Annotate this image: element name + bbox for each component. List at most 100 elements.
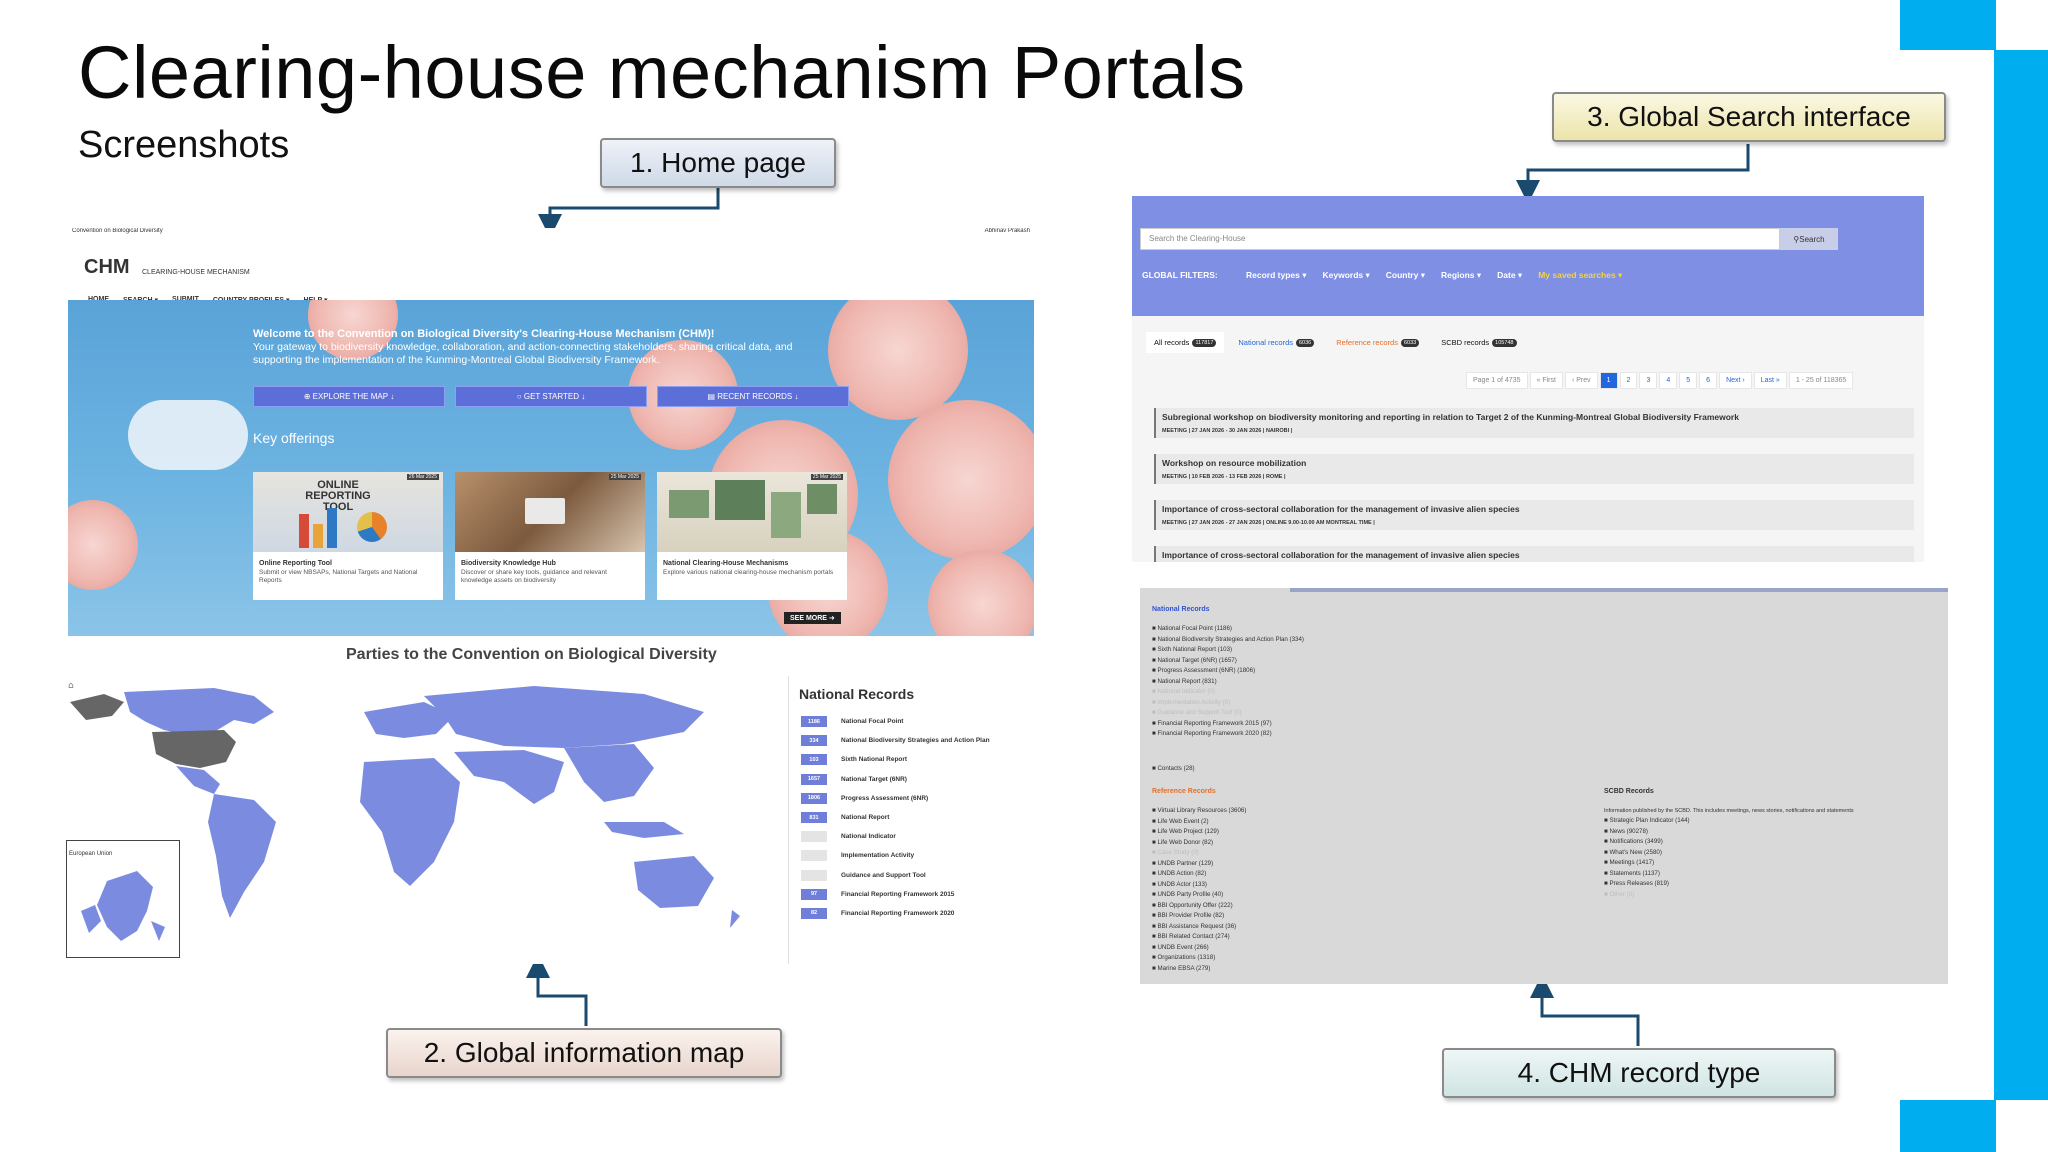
explore-map-label: EXPLORE THE MAP [312, 392, 389, 401]
record-type-label: Other (0) [1609, 890, 1635, 898]
record-type-item[interactable]: ■ Case Study (0) [1152, 848, 1246, 859]
record-type-item[interactable]: ■ BBI Opportunity Offer (222) [1152, 901, 1246, 912]
map-party-region [634, 856, 714, 908]
record-type-item[interactable]: ■ Marine EBSA (279) [1152, 964, 1246, 975]
page-3[interactable]: 3 [1639, 372, 1658, 389]
record-type-item[interactable]: ■ National Report (831) [1152, 677, 1304, 688]
record-type-item[interactable]: ■ UNDB Action (82) [1152, 869, 1246, 880]
record-type-item[interactable]: ■ Press Releases (819) [1604, 879, 1690, 890]
record-type-item[interactable]: ■ Meetings (1417) [1604, 858, 1690, 869]
get-started-label: GET STARTED [523, 392, 579, 401]
search-button[interactable]: ⚲ Search [1780, 228, 1838, 250]
eu-inset-svg [81, 871, 165, 941]
result-item[interactable]: Subregional workshop on biodiversity mon… [1154, 408, 1914, 438]
record-type-item[interactable]: ■ UNDB Actor (133) [1152, 880, 1246, 891]
record-type-item[interactable]: ■ Financial Reporting Framework 2015 (97… [1152, 719, 1304, 730]
legend-label: Progress Assessment (6NR) [841, 794, 929, 802]
page-4[interactable]: 4 [1659, 372, 1678, 389]
record-type-item[interactable]: ■ UNDB Party Profile (40) [1152, 890, 1246, 901]
record-type-item[interactable]: ■ UNDB Partner (129) [1152, 859, 1246, 870]
record-type-item[interactable]: ■ BBI Assistance Request (36) [1152, 922, 1246, 933]
page-1[interactable]: 1 [1599, 372, 1618, 389]
page-2[interactable]: 2 [1619, 372, 1638, 389]
record-type-item[interactable]: ■ National Indicator (0) [1152, 687, 1304, 698]
legend-row[interactable]: Guidance and Support Tool [801, 866, 990, 885]
record-type-item[interactable]: ■ National Focal Point (1186) [1152, 624, 1304, 635]
record-type-item[interactable]: ■ Implementation Activity (0) [1152, 698, 1304, 709]
offering-card[interactable]: 25 Mar 2025 National Clearing-House Mech… [657, 472, 847, 600]
record-type-label: National Indicator (0) [1157, 688, 1215, 695]
record-type-item[interactable]: ■ Life Web Event (2) [1152, 817, 1246, 828]
page-6[interactable]: 6 [1699, 372, 1718, 389]
result-item[interactable]: Importance of cross-sectoral collaborati… [1154, 546, 1914, 562]
record-type-item[interactable]: ■ Other (0) [1604, 890, 1690, 901]
record-type-item[interactable]: ■ Notifications (3499) [1604, 837, 1690, 848]
filter-date[interactable]: Date ▾ [1497, 270, 1522, 281]
record-type-label: Notifications (3499) [1609, 838, 1663, 845]
record-type-item[interactable]: ■ Strategic Plan Indicator (144) [1604, 816, 1690, 827]
legend-row[interactable]: Implementation Activity [801, 846, 990, 865]
page-5[interactable]: 5 [1679, 372, 1698, 389]
record-type-item[interactable]: ■ Organizations (1318) [1152, 953, 1246, 964]
tab-reference-records[interactable]: Reference records 6033 [1328, 332, 1427, 353]
chm-logo[interactable]: CHM [84, 256, 130, 279]
cloud-decoration [128, 400, 248, 470]
record-type-item[interactable]: ■ Guidance and Support Tool (0) [1152, 708, 1304, 719]
home-icon: ⌂ [68, 681, 74, 691]
legend-row[interactable]: 1186 National Focal Point [801, 712, 990, 731]
offering-card[interactable]: 26 Mar 2025 ONLINE REPORTING TOOL Online… [253, 472, 443, 600]
page-prev[interactable]: ‹ Prev [1564, 372, 1598, 389]
legend-row[interactable]: 1806 Progress Assessment (6NR) [801, 789, 990, 808]
record-type-item[interactable]: ■ BBI Provider Profile (82) [1152, 911, 1246, 922]
page-next[interactable]: Next › [1719, 372, 1752, 389]
topbar-user[interactable]: Abhinav Prakash [985, 228, 1030, 238]
record-type-item[interactable]: ■ What's New (2580) [1604, 848, 1690, 859]
record-type-item[interactable]: ■ Financial Reporting Framework 2020 (82… [1152, 729, 1304, 740]
home-topbar: Convention on Biological Diversity Abhin… [68, 228, 1034, 238]
record-type-item[interactable]: ■ News (90278) [1604, 827, 1690, 838]
search-header: Search the Clearing-House ⚲ Search GLOBAL… [1132, 196, 1924, 316]
page-first[interactable]: « First [1529, 372, 1563, 389]
filter-country[interactable]: Country ▾ [1386, 270, 1425, 281]
legend-row[interactable]: 334 National Biodiversity Strategies and … [801, 731, 990, 750]
map-party-region [124, 688, 274, 734]
tab-national-records[interactable]: National records 6036 [1230, 332, 1322, 353]
record-type-item[interactable]: ■ Sixth National Report (103) [1152, 645, 1304, 656]
legend-row[interactable]: 82 Financial Reporting Framework 2020 [801, 904, 990, 923]
see-more-button[interactable]: SEE MORE ➜ [784, 612, 841, 624]
record-type-item[interactable]: ■ Life Web Donor (82) [1152, 838, 1246, 849]
record-type-item[interactable]: ■ Statements (1137) [1604, 869, 1690, 880]
filter-keywords[interactable]: Keywords ▾ [1322, 270, 1369, 281]
filter-regions[interactable]: Regions ▾ [1441, 270, 1481, 281]
tab-scbd-records[interactable]: SCBD records 105748 [1433, 332, 1524, 353]
map-party-region [97, 871, 153, 941]
record-type-item[interactable]: ■ National Target (6NR) (1657) [1152, 656, 1304, 667]
legend-row[interactable]: 103 Sixth National Report [801, 750, 990, 769]
result-item[interactable]: Workshop on resource mobilization MEETIN… [1154, 454, 1914, 484]
eu-inset-map[interactable]: European Union [66, 840, 180, 958]
record-type-item[interactable]: ■ BBI Related Contact (274) [1152, 932, 1246, 943]
tab-all-records[interactable]: All records 117817 [1146, 332, 1225, 353]
page-last[interactable]: Last » [1753, 372, 1787, 389]
explore-map-button[interactable]: ⊕ EXPLORE THE MAP ↓ [253, 386, 445, 407]
arrow-down-icon: ↓ [388, 392, 395, 401]
record-type-item[interactable]: ■ National Biodiversity Strategies and A… [1152, 635, 1304, 646]
legend-row[interactable]: National Indicator [801, 827, 990, 846]
search-input[interactable]: Search the Clearing-House [1140, 228, 1780, 250]
result-range: 1 - 25 of 118365 [1788, 372, 1854, 389]
record-type-item[interactable]: ■ Virtual Library Resources (3606) [1152, 806, 1246, 817]
record-type-item[interactable]: ■ Life Web Project (129) [1152, 827, 1246, 838]
offering-card[interactable]: 25 Mar 2025 Biodiversity Knowledge Hub D… [455, 472, 645, 600]
filter-record-types[interactable]: Record types ▾ [1246, 270, 1306, 281]
get-started-button[interactable]: ○ GET STARTED ↓ [455, 386, 647, 407]
record-type-item[interactable]: ■ Progress Assessment (6NR) (1806) [1152, 666, 1304, 677]
result-item[interactable]: Importance of cross-sectoral collaborati… [1154, 500, 1914, 530]
legend-row[interactable]: 831 National Report [801, 808, 990, 827]
recent-records-button[interactable]: ▤ RECENT RECORDS ↓ [657, 386, 849, 407]
legend-row[interactable]: 1657 National Target (6NR) [801, 770, 990, 789]
legend-row[interactable]: 97 Financial Reporting Framework 2015 [801, 885, 990, 904]
blossom-decoration [68, 500, 138, 590]
record-type-item[interactable]: ■ UNDB Event (266) [1152, 943, 1246, 954]
contacts-label[interactable]: Contacts (28) [1157, 765, 1194, 772]
filter-saved-searches[interactable]: My saved searches ▾ [1538, 270, 1622, 281]
